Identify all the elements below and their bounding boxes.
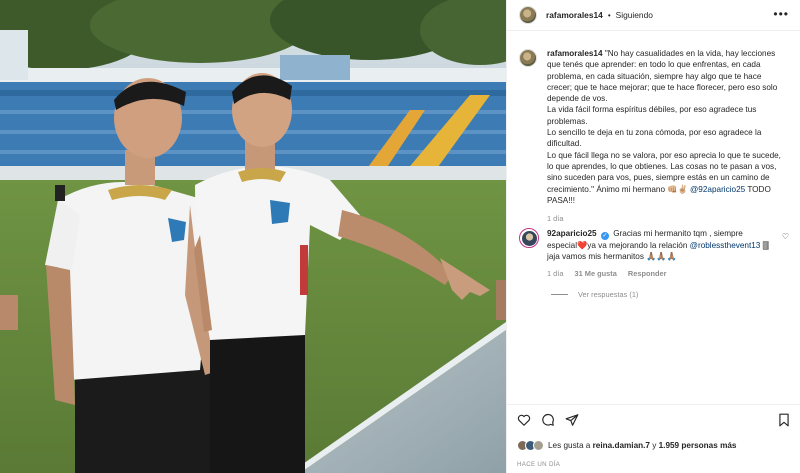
liker-username[interactable]: reina.damian.7 <box>593 441 650 450</box>
commenter-avatar[interactable] <box>519 228 539 248</box>
post-side-panel: rafamorales14 • Siguiendo ••• rafamorale… <box>506 0 800 473</box>
bookmark-icon[interactable] <box>777 413 791 427</box>
author-username[interactable]: rafamorales14 <box>546 10 603 20</box>
likes-count-link[interactable]: 1.959 personas más <box>659 441 737 450</box>
likes-prefix: Les gusta a <box>548 441 591 450</box>
caption-line: que tenés que aprender: en todo lo que e… <box>547 60 761 70</box>
post-actions: Les gusta a reina.damian.7 y 1.959 perso… <box>507 404 800 473</box>
action-icons <box>517 413 579 427</box>
replies-divider <box>551 294 568 295</box>
stadium-players-image <box>0 0 506 473</box>
caption-body: rafamorales14 "No hay casualidades en la… <box>547 48 791 224</box>
comment-text: 🀫 <box>762 241 770 250</box>
post-caption: rafamorales14 "No hay casualidades en la… <box>519 48 791 224</box>
comment-body: 92aparicio25 ✓ Gracias mi hermanito tqm … <box>547 228 783 279</box>
caption-tail: TODO <box>747 184 771 194</box>
heart-icon[interactable] <box>517 413 531 427</box>
verified-badge-icon: ✓ <box>600 232 609 240</box>
more-options-icon[interactable]: ••• <box>773 8 789 20</box>
comment-icon[interactable] <box>541 413 555 427</box>
comment-like-heart-icon[interactable]: ♡ <box>782 232 789 241</box>
likes-summary: Les gusta a reina.damian.7 y 1.959 perso… <box>517 440 736 451</box>
post-header: rafamorales14 • Siguiendo ••• <box>507 0 800 31</box>
caption-line: Lo que fácil llega no se valora, por eso… <box>547 150 781 160</box>
caption-line: lo que aprendes, lo que obtienes. Las co… <box>547 161 777 171</box>
comment-timestamp[interactable]: 1 día <box>547 269 563 278</box>
comment-text: ya va mejorando la relación <box>587 241 688 250</box>
caption-line: depende de vos. <box>547 94 608 104</box>
comment: 92aparicio25 ✓ Gracias mi hermanito tqm … <box>519 228 795 279</box>
caption-mention-link[interactable]: @92aparicio25 <box>690 185 745 194</box>
view-replies-button[interactable]: Ver respuestas (1) <box>551 290 638 299</box>
post-photo[interactable] <box>0 0 506 473</box>
caption-line: problema, en cada situación, siempre hay… <box>547 71 762 81</box>
caption-line: PASA!!! <box>547 195 576 205</box>
caption-line: "No hay casualidades en la vida, hay lec… <box>604 49 776 58</box>
comment-text: especial <box>547 241 578 250</box>
caption-timestamp[interactable]: 1 día <box>547 213 791 224</box>
commenter-username[interactable]: 92aparicio25 <box>547 229 597 238</box>
caption-line: crecimiento." Ánimo mi hermano 👊🏼✌🏼 <box>547 184 688 194</box>
caption-username[interactable]: rafamorales14 <box>547 49 603 58</box>
caption-line: dificultad. <box>547 139 582 149</box>
instagram-post-view: rafamorales14 • Siguiendo ••• rafamorale… <box>0 0 800 473</box>
caption-line: crecer; que te hace mejorar; que te hace… <box>547 82 778 92</box>
likes-mid: y <box>652 441 657 450</box>
reply-button[interactable]: Responder <box>628 269 667 278</box>
comment-text: Gracias mi hermanito tqm , siempre <box>613 229 743 238</box>
caption-line: sino suceden para vos, pues, siempre est… <box>547 173 770 183</box>
comment-likes-count[interactable]: 31 Me gusta <box>575 269 617 278</box>
caption-line: problemas. <box>547 116 588 126</box>
caption-avatar[interactable] <box>519 49 537 67</box>
comment-meta: 1 día 31 Me gusta Responder <box>547 268 783 279</box>
caption-line: La vida fácil forma espíritus débiles, p… <box>547 105 757 115</box>
red-heart-emoji: ❤️ <box>577 241 588 250</box>
caption-line: Lo sencillo te deja en tu zona cómoda, p… <box>547 128 762 138</box>
author-avatar[interactable] <box>519 6 537 24</box>
following-button[interactable]: Siguiendo <box>616 10 653 20</box>
post-age[interactable]: HACE UN DÍA <box>517 461 560 468</box>
view-replies-label: Ver respuestas (1) <box>578 290 639 299</box>
share-icon[interactable] <box>565 413 579 427</box>
comment-mention-link[interactable]: @roblessthevent13 <box>690 241 761 250</box>
liker-avatars[interactable] <box>517 440 544 451</box>
comment-text: jaja vamos mis hermanitos 🙏🏽🙏🏽🙏🏽 <box>547 252 677 262</box>
header-separator: • <box>607 10 611 20</box>
